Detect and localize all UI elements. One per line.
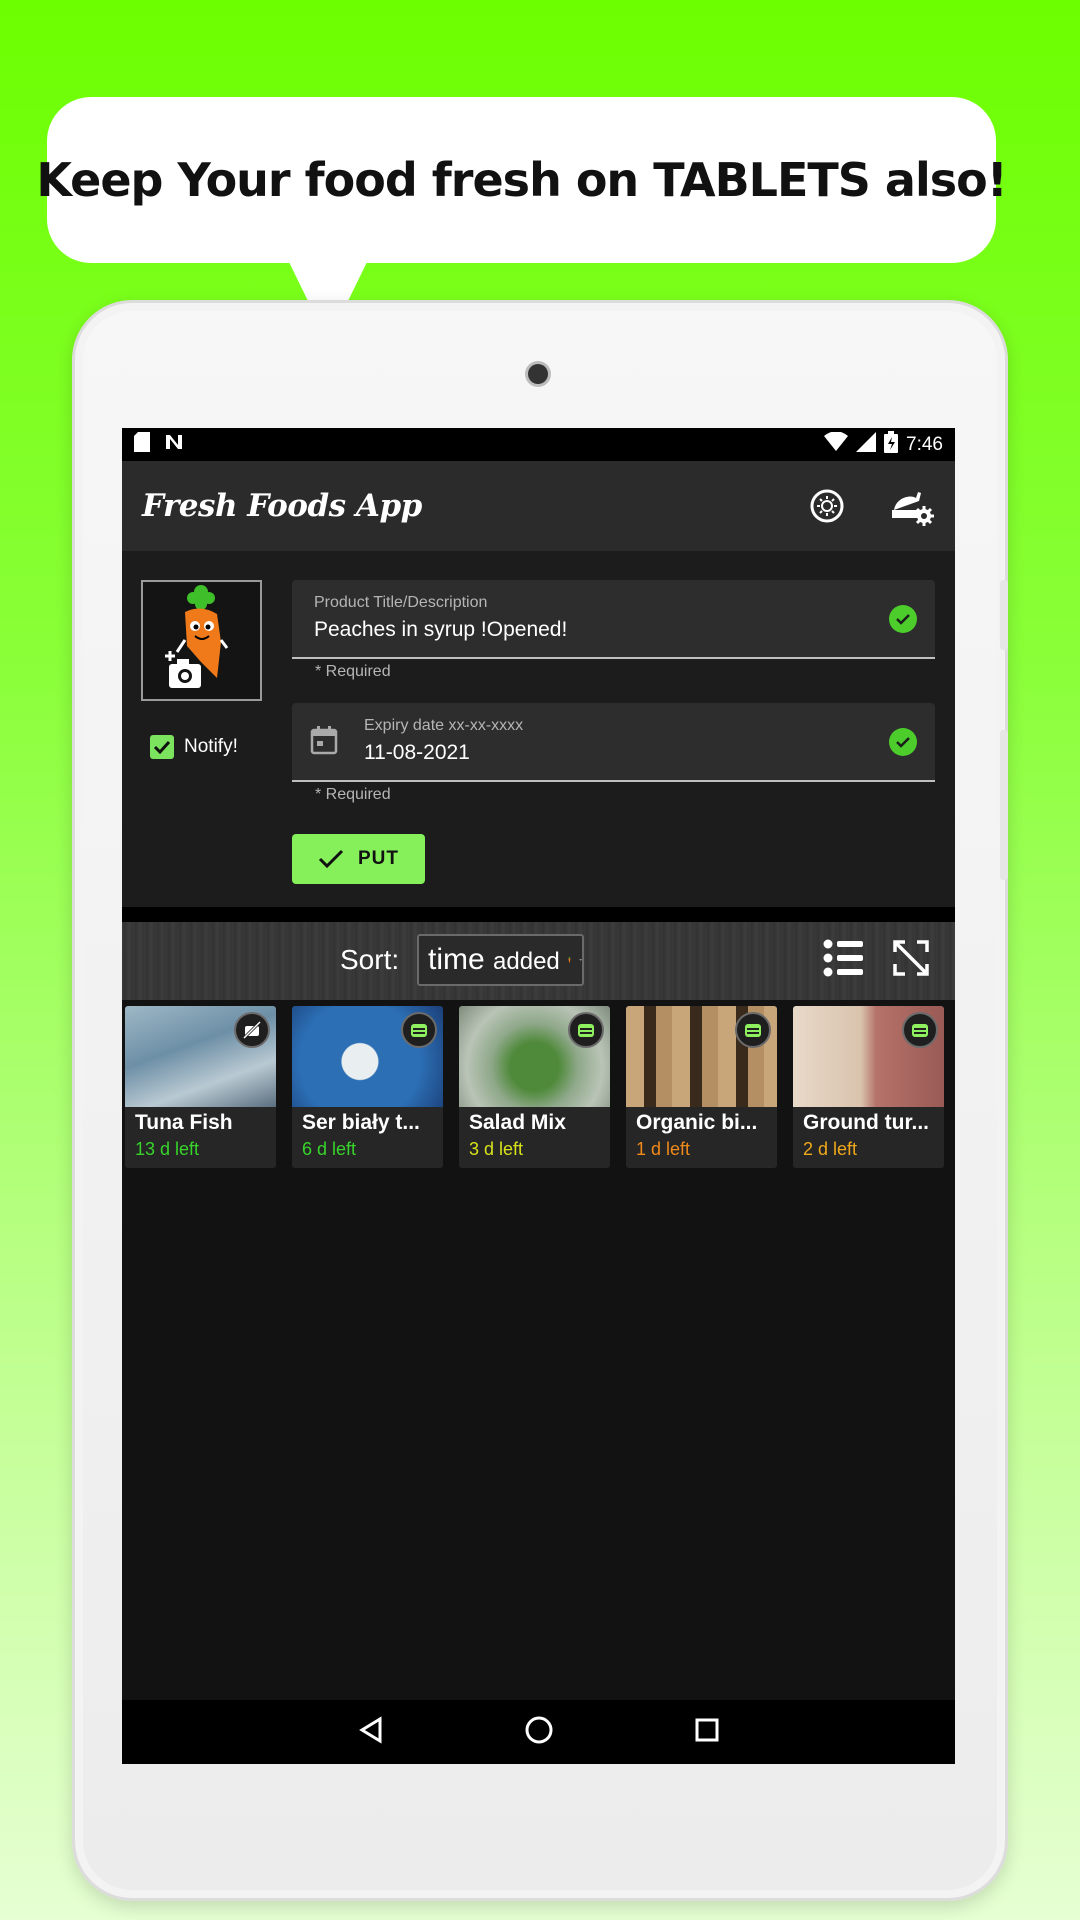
product-title-value: Peaches in syrup !Opened! [314,618,568,641]
chevron-down-icon [578,958,582,961]
no-food-icon [234,1012,270,1048]
promo-speech-bubble: Keep Your food fresh on TABLETS also! [36,97,1008,263]
promo-headline: Keep Your food fresh on TABLETS also! [36,153,1007,207]
system-nav-bar [122,1700,955,1764]
sort-value-main: time [428,943,485,976]
divider [122,907,955,922]
add-product-form: Notify! Product Title/Description Peache… [122,551,955,907]
expiry-date-value: 11-08-2021 [364,741,470,764]
put-button[interactable]: PUT [292,834,425,884]
expiry-date-label: Expiry date xx-xx-xxxx [364,717,524,734]
product-name: Ground tur... [803,1111,929,1134]
expiry-date-field[interactable]: Expiry date xx-xx-xxxx 11-08-2021 [292,703,935,782]
days-left: 13 d left [135,1139,200,1159]
container-icon [735,1012,771,1048]
recents-button[interactable] [694,1717,720,1748]
status-bar: 7:46 [122,428,955,461]
product-name: Tuna Fish [135,1111,233,1134]
battery-icon [884,430,899,459]
app-bar: Fresh Foods App [122,461,955,551]
container-icon [902,1012,938,1048]
wifi-icon [824,430,849,458]
n-notification-icon [164,433,184,457]
signal-icon [856,431,877,458]
product-title-helper: * Required [315,663,391,680]
product-card[interactable]: Ser biały t... 6 d left [292,1006,443,1168]
product-card[interactable]: Salad Mix 3 d left [459,1006,610,1168]
calendar-icon [310,725,338,760]
app-title: Fresh Foods App [142,488,422,524]
back-button[interactable] [358,1715,384,1749]
days-left: 1 d left [636,1139,691,1159]
sort-value-sub: added [493,948,560,975]
notify-checkbox[interactable]: Notify! [150,735,238,759]
home-button[interactable] [524,1715,554,1750]
product-name: Organic bi... [636,1111,758,1134]
days-left: 3 d left [469,1139,524,1159]
clock-text: 7:46 [906,433,943,455]
expand-button[interactable] [891,938,931,983]
sort-bar: Sort: time added [122,922,955,1000]
product-name: Ser biały t... [302,1111,420,1134]
recents-icon [695,1718,718,1741]
add-photo-button[interactable] [141,580,262,701]
sort-dropdown[interactable]: time added [417,934,584,986]
product-card[interactable]: Organic bi... 1 d left [626,1006,777,1168]
tablet-volume-button [1000,730,1008,880]
list-icon [823,939,863,977]
product-card[interactable]: Ground tur... 2 d left [793,1006,944,1168]
tablet-side-button [1000,580,1008,650]
product-name: Salad Mix [469,1111,566,1134]
valid-check-icon [889,605,917,633]
notify-label: Notify! [184,736,238,757]
put-button-label: PUT [358,848,399,869]
theme-toggle-button[interactable] [803,482,851,530]
days-left: 6 d left [302,1139,357,1159]
expiry-date-helper: * Required [315,786,391,803]
brightness-icon [810,489,844,523]
container-icon [401,1012,437,1048]
home-icon [525,1716,552,1743]
product-grid: Tuna Fish 13 d left Ser biały t... 6 d l… [122,1000,955,1168]
back-icon [358,1715,381,1744]
carrot-icon [568,956,571,964]
sd-card-icon [134,431,150,458]
food-settings-icon [892,492,934,526]
sort-label: Sort: [340,944,400,975]
product-title-label: Product Title/Description [314,594,488,611]
days-left: 2 d left [803,1139,858,1159]
front-camera [528,364,548,384]
sort-selected-value: time added [428,943,560,977]
check-icon [318,849,344,869]
carrot-mascot-icon [165,585,229,688]
list-view-button[interactable] [823,938,863,983]
checkbox-checked-icon [150,735,174,759]
device-screen: 7:46 Fresh Foods App Notify! Product Tit… [122,428,955,1764]
product-title-field[interactable]: Product Title/Description Peaches in syr… [292,580,935,659]
product-card[interactable]: Tuna Fish 13 d left [125,1006,276,1168]
container-icon [568,1012,604,1048]
expand-icon [893,940,929,976]
food-settings-button[interactable] [887,482,935,530]
valid-check-icon [889,728,917,756]
